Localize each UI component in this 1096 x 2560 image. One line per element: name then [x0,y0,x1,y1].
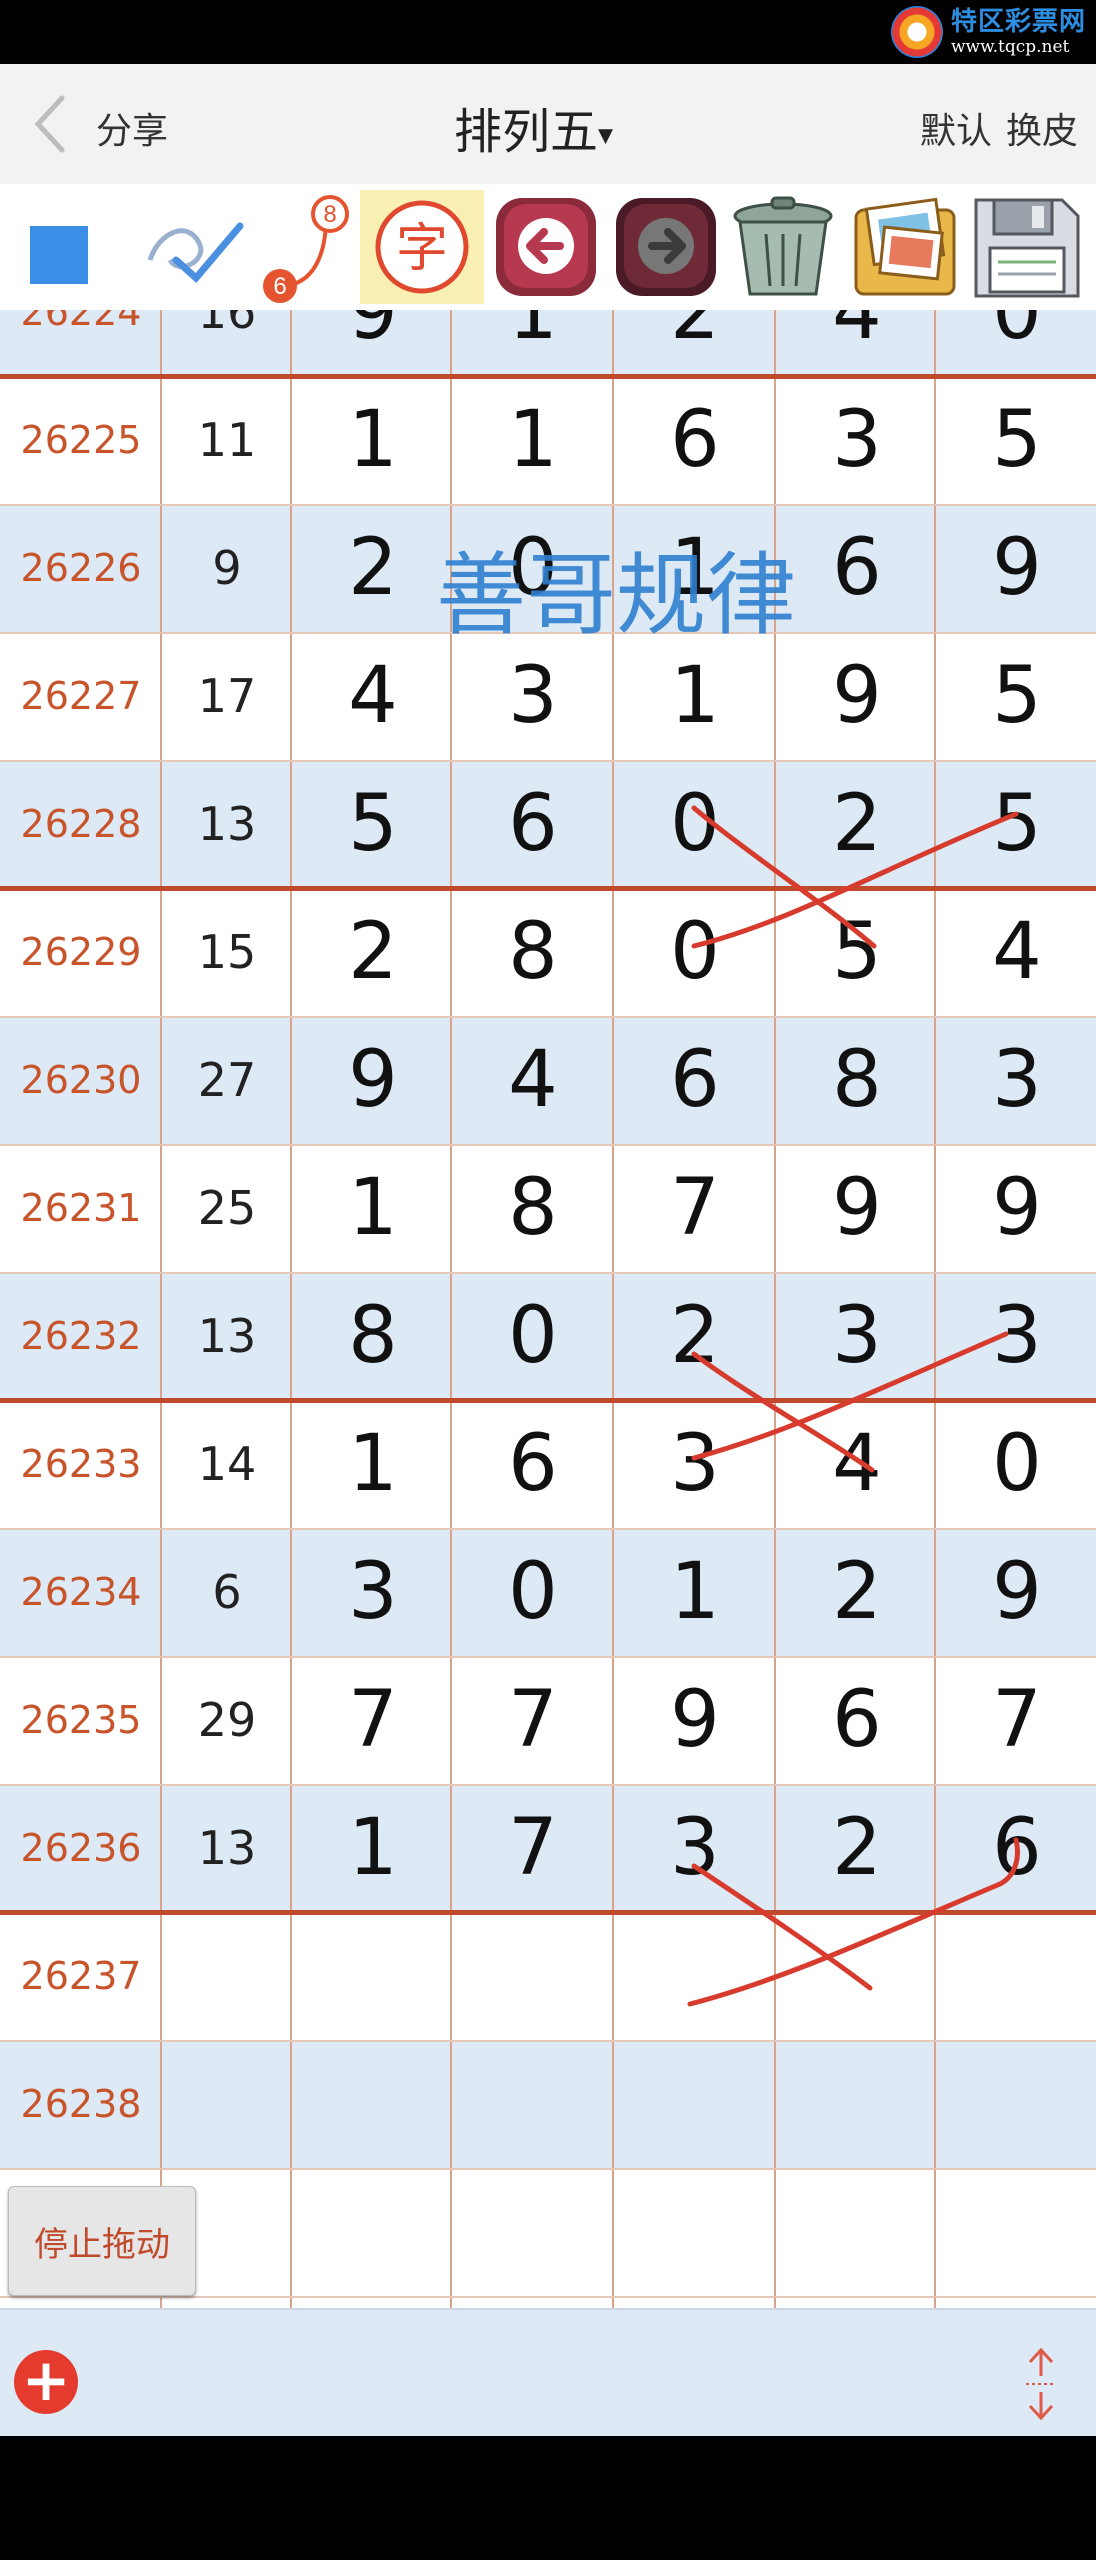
cross-mark-1b [691,811,1019,949]
clear-tool[interactable] [722,190,844,304]
arrow-right-icon [616,198,716,296]
blue-square-icon [30,226,88,284]
trash-can-icon [733,196,833,296]
pen-check-icon [147,222,244,284]
badge-top: 8 [323,201,336,228]
lottery-table: 26224 16 9 1 2 4 0 26225 11 1 1 6 3 5 26226 9 2 0 1 6 9 26227… [0,310,1096,2308]
system-nav-bar [0,2436,1096,2560]
brand-logo-icon [890,6,943,58]
connect-line-icon: 8 6 [263,195,349,303]
status-bar: 特区彩票网 www.tqcp.net [0,0,1096,64]
redo-tool[interactable] [610,190,722,304]
drawing-toolbar: 8 6 字 [0,184,1096,310]
cross-mark-2b [691,1331,1009,1461]
color-square-tool[interactable] [18,190,102,304]
pen-tool[interactable] [140,190,250,304]
connect-line-tool[interactable]: 8 6 [256,190,356,304]
page-title: 排列五 [454,104,599,160]
watermark-text: 善哥规律 [436,543,796,648]
brand-watermark: 特区彩票网 www.tqcp.net [890,6,1086,58]
brand-name: 特区彩票网 [950,6,1086,37]
cross-mark-3a [691,1863,873,1991]
title-bar: 分享 排列五▾ 默认 换皮 [0,64,1096,184]
share-button[interactable]: 分享 [96,102,168,154]
text-tool[interactable]: 字 [360,190,484,304]
text-char: 字 [396,219,448,279]
stop-drag-button[interactable]: 停止拖动 [8,2186,196,2296]
add-plus-icon[interactable]: + [14,2350,78,2414]
cross-mark-1a [691,805,877,949]
cross-mark-3b [687,1837,1020,2007]
photo-album-icon [854,197,956,296]
page-title-dropdown[interactable]: 排列五▾ [454,92,613,162]
arrow-left-icon [496,198,596,296]
undo-tool[interactable] [490,190,602,304]
badge-bottom: 6 [273,273,286,300]
floppy-disk-icon [974,198,1080,298]
resize-arrows-icon[interactable] [1016,2346,1066,2422]
bottom-bar: + [0,2308,1096,2438]
save-tool[interactable] [966,190,1086,304]
dropdown-caret-icon: ▾ [598,117,614,153]
header-actions: 默认 换皮 [906,102,1078,154]
text-char-icon: 字 [375,200,469,294]
skin-button[interactable]: 换皮 [1006,111,1078,152]
default-button[interactable]: 默认 [920,111,992,152]
brand-url: www.tqcp.net [950,36,1070,57]
gallery-tool[interactable] [846,190,964,304]
back-chevron-icon[interactable] [30,94,70,154]
